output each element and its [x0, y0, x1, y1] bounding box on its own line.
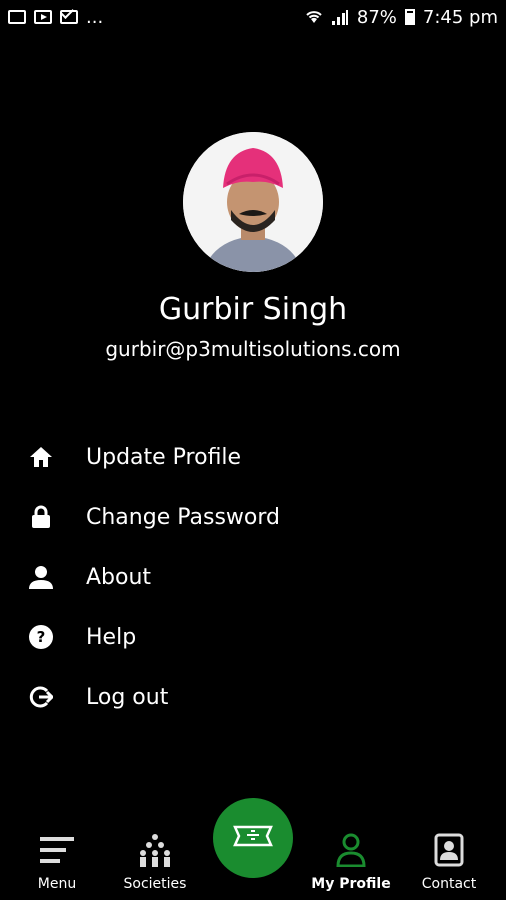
clock: 7:45 pm — [422, 6, 498, 28]
profile-icon — [336, 830, 366, 870]
battery-icon — [404, 9, 415, 25]
svg-text:?: ? — [37, 628, 46, 646]
contact-icon — [433, 830, 465, 870]
status-bar: ... 87% 7:45 pm — [0, 0, 506, 34]
status-overflow: ... — [86, 6, 104, 28]
mail-icon — [60, 10, 78, 24]
menu-label: Change Password — [86, 504, 280, 530]
menu-change-password[interactable]: Change Password — [0, 487, 506, 547]
nav-menu[interactable]: Menu — [12, 830, 102, 892]
wifi-icon — [306, 11, 322, 23]
battery-percent: 87% — [356, 6, 397, 28]
center-fab-button[interactable] — [213, 798, 293, 878]
profile-menu: Update Profile Change Password About ? H… — [0, 427, 506, 727]
lock-icon — [28, 504, 54, 530]
avatar-photo — [183, 132, 323, 272]
menu-label: Update Profile — [86, 444, 242, 470]
nav-label: Menu — [37, 876, 77, 892]
status-right: 87% 7:45 pm — [305, 7, 498, 28]
nav-societies[interactable]: Societies — [110, 830, 200, 892]
menu-help[interactable]: ? Help — [0, 607, 506, 667]
profile-name: Gurbir Singh — [158, 292, 348, 327]
nav-contact[interactable]: Contact — [404, 830, 494, 892]
home-icon — [28, 444, 54, 470]
menu-log-out[interactable]: Log out — [0, 667, 506, 727]
societies-icon — [138, 830, 172, 870]
avatar[interactable] — [183, 132, 323, 272]
ticket-icon — [233, 823, 273, 853]
person-icon — [28, 564, 54, 590]
nav-label: My Profile — [311, 876, 391, 892]
nav-label: Societies — [123, 876, 187, 892]
status-left: ... — [8, 7, 103, 28]
menu-label: Log out — [86, 684, 169, 710]
nav-my-profile[interactable]: My Profile — [306, 830, 396, 892]
menu-label: About — [86, 564, 152, 590]
menu-label: Help — [86, 624, 137, 650]
profile-email: gurbir@p3multisolutions.com — [105, 337, 401, 361]
menu-update-profile[interactable]: Update Profile — [0, 427, 506, 487]
youtube-icon — [34, 10, 52, 24]
profile-header: Gurbir Singh gurbir@p3multisolutions.com — [0, 132, 506, 361]
help-icon: ? — [28, 624, 54, 650]
nav-label: Contact — [421, 876, 477, 892]
image-icon — [8, 10, 26, 24]
menu-icon — [40, 830, 74, 870]
signal-icon — [331, 10, 348, 25]
logout-icon — [28, 684, 54, 710]
menu-about[interactable]: About — [0, 547, 506, 607]
